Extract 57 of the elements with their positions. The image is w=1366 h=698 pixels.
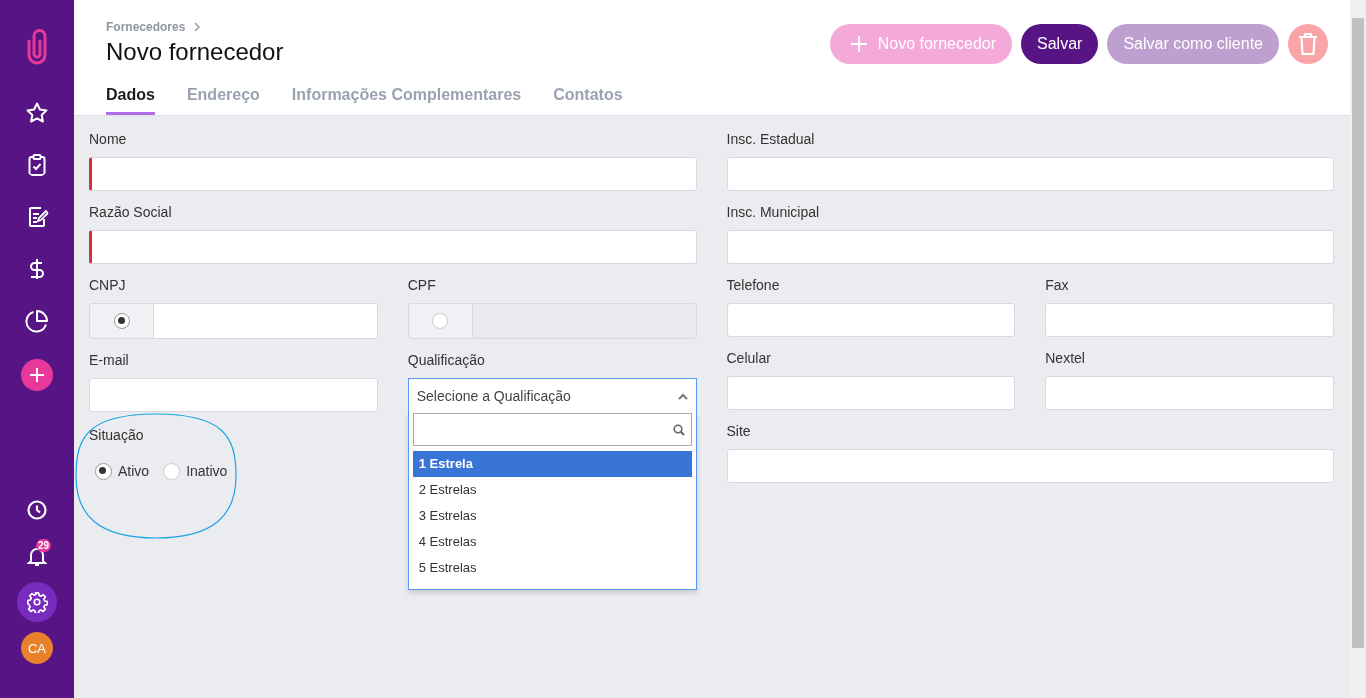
qualification-dropdown[interactable]: Selecione a Qualificação (407, 378, 697, 414)
field-label: Situação (89, 426, 145, 444)
input-field[interactable] (1045, 303, 1334, 337)
field-label: E-mail (89, 351, 130, 369)
tab[interactable]: Dados (106, 86, 155, 115)
trash-icon (1298, 32, 1318, 56)
dropdown-option[interactable]: 1 Estrela (412, 451, 692, 477)
field-label: CNPJ (89, 276, 127, 294)
field-label: Insc. Estadual (726, 130, 816, 148)
plus-icon (849, 35, 868, 53)
star-icon[interactable] (25, 101, 49, 125)
dropdown-option[interactable]: 4 Estrelas (412, 529, 692, 555)
field-label: Qualificação (407, 351, 486, 369)
page-title: Novo fornecedor (106, 38, 284, 66)
plus-icon (29, 367, 45, 383)
input-field[interactable] (154, 303, 378, 339)
input-field[interactable] (89, 378, 378, 412)
search-icon (672, 423, 685, 436)
input-field[interactable] (89, 157, 697, 191)
scrollbar[interactable] (1350, 0, 1366, 698)
field-label: Telefone (726, 276, 781, 294)
input-field[interactable] (89, 230, 697, 264)
pie-chart-icon[interactable] (25, 309, 49, 333)
field-label: Razão Social (89, 203, 173, 221)
field-label: Nextel (1045, 349, 1086, 367)
caret-icon (677, 392, 688, 400)
input-field[interactable] (726, 303, 1016, 337)
settings-button[interactable] (17, 582, 57, 622)
radio-button[interactable] (407, 303, 473, 339)
notifications-button[interactable]: 29 (17, 536, 57, 576)
add-button[interactable] (21, 359, 53, 391)
chevron-right-icon (193, 21, 202, 33)
input-field[interactable] (1045, 376, 1334, 410)
field-label: Insc. Municipal (726, 203, 821, 221)
delete-button[interactable] (1288, 24, 1328, 64)
radio-button[interactable] (89, 303, 154, 339)
field-label: CPF (407, 276, 437, 294)
field-label: Site (726, 422, 752, 440)
input-field[interactable] (726, 376, 1016, 410)
radio-option[interactable]: Ativo (95, 462, 150, 480)
dropdown-placeholder: Selecione a Qualificação (416, 388, 571, 404)
input-field[interactable] (472, 303, 697, 339)
radio-option[interactable]: Inativo (163, 462, 228, 480)
field-label: Nome (89, 130, 128, 148)
dropdown-option[interactable]: 3 Estrelas (412, 503, 692, 529)
dropdown-option[interactable]: 5 Estrelas (412, 555, 692, 581)
input-field[interactable] (726, 230, 1334, 264)
notification-count: 29 (35, 539, 51, 552)
dropdown-option[interactable]: 2 Estrelas (412, 477, 692, 503)
gear-icon (26, 591, 48, 613)
input-field[interactable] (726, 449, 1334, 483)
save-button[interactable]: Salvar (1021, 24, 1099, 64)
field-label: Celular (726, 349, 772, 367)
search-field[interactable] (412, 413, 692, 446)
field-label: Fax (1045, 276, 1070, 294)
clock-icon (26, 499, 48, 521)
input-field[interactable] (726, 157, 1334, 191)
